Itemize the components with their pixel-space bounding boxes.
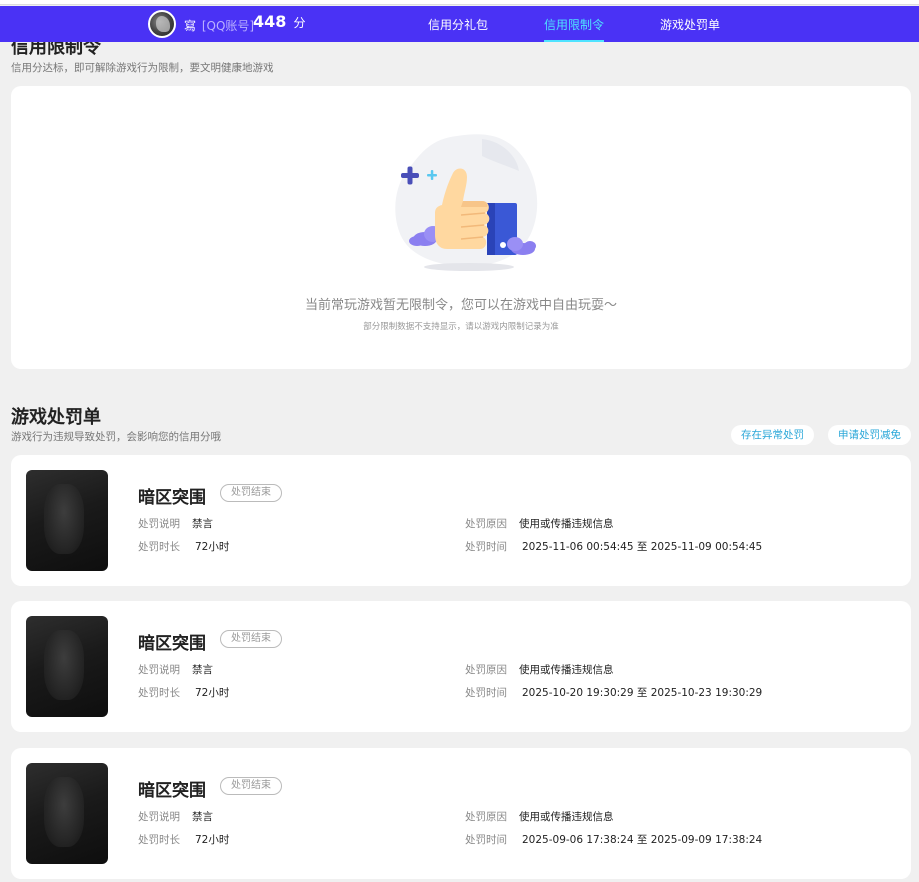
reason-label: 处罚原因 [465, 811, 507, 823]
penalty-title: 游戏处罚单 [11, 407, 101, 428]
duration-label: 处罚时长 [138, 687, 180, 699]
tab-credit-restriction[interactable]: 信用限制令 [544, 16, 605, 42]
time-separator: 至 [636, 687, 648, 699]
reason-value: 使用或传播违规信息 [519, 518, 614, 530]
game-name: 暗区突围 [138, 634, 206, 654]
time-value: 2025-11-06 00:54:45 至 2025-11-09 00:54:4… [522, 539, 762, 554]
penalty-card: 暗区突围 处罚结束 处罚说明 禁言 处罚原因 使用或传播违规信息 处罚时长 72… [11, 748, 911, 879]
penalty-subtitle: 游戏行为违规导致处罚，会影响您的信用分哦 [11, 431, 221, 443]
description-value: 禁言 [192, 518, 213, 530]
tab-game-penalty[interactable]: 游戏处罚单 [660, 16, 720, 42]
top-strip [0, 0, 919, 5]
game-thumbnail[interactable] [26, 470, 108, 571]
time-separator: 至 [636, 834, 648, 846]
penalty-card: 暗区突围 处罚结束 处罚说明 禁言 处罚原因 使用或传播违规信息 处罚时长 72… [11, 601, 911, 732]
time-start: 2025-10-20 19:30:29 [522, 687, 634, 699]
restriction-empty-message: 当前常玩游戏暂无限制令，您可以在游戏中自由玩耍～ [304, 298, 617, 313]
game-thumbnail[interactable] [26, 763, 108, 864]
reason-value: 使用或传播违规信息 [519, 811, 614, 823]
description-label: 处罚说明 [138, 664, 180, 676]
time-value: 2025-10-20 19:30:29 至 2025-10-23 19:30:2… [522, 685, 762, 700]
game-name: 暗区突围 [138, 781, 206, 801]
appeal-penalty-button[interactable]: 申请处罚减免 [828, 425, 911, 445]
time-start: 2025-11-06 00:54:45 [522, 541, 634, 553]
time-end: 2025-11-09 00:54:45 [650, 541, 763, 553]
status-badge: 处罚结束 [220, 630, 282, 648]
time-end: 2025-09-09 17:38:24 [650, 834, 763, 846]
thumbs-up-icon [395, 134, 538, 271]
reason-label: 处罚原因 [465, 664, 507, 676]
game-name: 暗区突围 [138, 488, 206, 508]
time-label: 处罚时间 [465, 834, 507, 846]
status-badge: 处罚结束 [220, 484, 282, 502]
credit-score: 448 分 [253, 12, 306, 31]
penalty-card: 暗区突围 处罚结束 处罚说明 禁言 处罚原因 使用或传播违规信息 处罚时长 72… [11, 455, 911, 586]
restriction-empty-hint: 部分限制数据不支持显示，请以游戏内限制记录为准 [363, 322, 559, 332]
reason-label: 处罚原因 [465, 518, 507, 530]
time-end: 2025-10-23 19:30:29 [650, 687, 763, 699]
duration-value: 72小时 [195, 687, 230, 699]
game-thumbnail[interactable] [26, 616, 108, 717]
credit-score-unit: 分 [293, 16, 306, 30]
duration-value: 72小时 [195, 541, 230, 553]
user-name: 寫 [QQ账号] [184, 17, 254, 34]
abnormal-penalty-button[interactable]: 存在异常处罚 [731, 425, 814, 445]
time-value: 2025-09-06 17:38:24 至 2025-09-09 17:38:2… [522, 832, 762, 847]
duration-label: 处罚时长 [138, 834, 180, 846]
duration-value: 72小时 [195, 834, 230, 846]
duration-label: 处罚时长 [138, 541, 180, 553]
description-value: 禁言 [192, 664, 213, 676]
time-separator: 至 [636, 541, 648, 553]
tab-credit-gift[interactable]: 信用分礼包 [428, 16, 488, 42]
description-value: 禁言 [192, 811, 213, 823]
credit-score-value: 448 [253, 12, 287, 31]
description-label: 处罚说明 [138, 518, 180, 530]
restriction-subtitle: 信用分达标，即可解除游戏行为限制，要文明健康地游戏 [11, 62, 274, 74]
header-bar: 寫 [QQ账号] 448 分 信用分礼包 信用限制令 游戏处罚单 [0, 6, 919, 42]
description-label: 处罚说明 [138, 811, 180, 823]
time-label: 处罚时间 [465, 541, 507, 553]
time-label: 处罚时间 [465, 687, 507, 699]
status-badge: 处罚结束 [220, 777, 282, 795]
user-nickname: 寫 [184, 19, 197, 33]
restriction-card: 当前常玩游戏暂无限制令，您可以在游戏中自由玩耍～ 部分限制数据不支持显示，请以游… [11, 86, 911, 369]
reason-value: 使用或传播违规信息 [519, 664, 614, 676]
time-start: 2025-09-06 17:38:24 [522, 834, 634, 846]
avatar[interactable] [148, 10, 176, 38]
user-account-tag: [QQ账号] [201, 19, 255, 33]
